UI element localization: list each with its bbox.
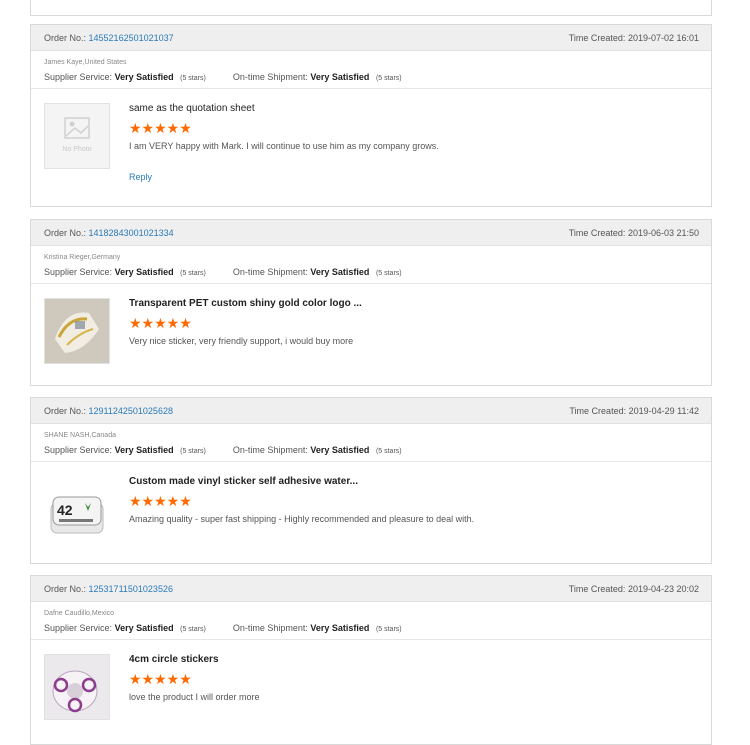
time-value: 2019-04-23 20:02 <box>627 583 699 594</box>
review-comment: I am VERY happy with Mark. I will contin… <box>129 141 439 151</box>
service-ratings: Supplier Service: Very Satisfied (5 star… <box>44 623 698 633</box>
review-meta: SHANE NASH,Canada Supplier Service: Very… <box>31 424 711 462</box>
supplier-service-label: Supplier Service: <box>44 623 113 633</box>
buyer-name: James Kaye,United States <box>44 59 127 66</box>
star-rating: ★★★★★ <box>129 120 192 136</box>
supplier-service-label: Supplier Service: <box>44 72 113 82</box>
shipment-label: On-time Shipment: <box>232 623 308 633</box>
review-header: Order No.: 12531711501023526 Time Create… <box>31 576 711 602</box>
shipment-label: On-time Shipment: <box>232 72 308 82</box>
service-ratings: Supplier Service: Very Satisfied (5 star… <box>44 445 698 455</box>
star-rating: ★★★★★ <box>129 493 192 509</box>
service-ratings: Supplier Service: Very Satisfied (5 star… <box>44 267 698 277</box>
review-card: Order No.: 14552162501021037 Time Create… <box>30 24 712 207</box>
shipment-stars: (5 stars) <box>375 270 402 277</box>
order-no-label: Order No.: <box>44 32 87 43</box>
supplier-service-value: Very Satisfied <box>114 623 174 633</box>
order-no-label: Order No.: <box>44 405 87 416</box>
review-comment: love the product I will order more <box>129 692 260 702</box>
reply-link[interactable]: Reply <box>129 172 152 182</box>
order-info: Order No.: 12531711501023526 <box>44 584 173 594</box>
review-meta: Dafne Caudillo,Mexico Supplier Service: … <box>31 602 711 640</box>
product-title[interactable]: 4cm circle stickers <box>129 654 219 665</box>
order-info: Order No.: 14552162501021037 <box>44 33 174 43</box>
no-photo-label: No Photo <box>62 146 92 153</box>
order-no-link[interactable]: 12911242501025628 <box>89 406 173 416</box>
order-no-link[interactable]: 12531711501023526 <box>89 584 173 594</box>
order-no-link[interactable]: 14552162501021037 <box>89 33 174 43</box>
time-value: 2019-06-03 21:50 <box>627 227 699 238</box>
review-header: Order No.: 12911242501025628 Time Create… <box>31 398 711 424</box>
supplier-service-stars: (5 stars) <box>180 270 206 277</box>
order-info: Order No.: 12911242501025628 <box>44 406 173 416</box>
review-body: 42 Custom made vinyl sticker self adhesi… <box>31 462 711 558</box>
circle-sticker-roll-image <box>45 655 109 719</box>
review-card: Order No.: 12911242501025628 Time Create… <box>30 397 712 564</box>
shipment-value: Very Satisfied <box>310 445 370 455</box>
star-rating: ★★★★★ <box>129 315 192 331</box>
supplier-service-stars: (5 stars) <box>180 75 206 82</box>
shipment-stars: (5 stars) <box>375 448 402 455</box>
review-body: 4cm circle stickers ★★★★★ love the produ… <box>31 640 711 736</box>
star-rating: ★★★★★ <box>129 671 192 687</box>
shipment-label: On-time Shipment: <box>232 445 308 455</box>
shipment-label: On-time Shipment: <box>232 267 308 277</box>
time-info: Time Created: 2019-04-23 20:02 <box>569 584 699 594</box>
time-label: Time Created: <box>568 583 626 594</box>
order-info: Order No.: 14182843001021334 <box>44 228 174 238</box>
order-no-label: Order No.: <box>44 583 87 594</box>
review-body: No Photo same as the quotation sheet ★★★… <box>31 89 711 195</box>
product-title[interactable]: Transparent PET custom shiny gold color … <box>129 298 362 309</box>
product-thumbnail[interactable]: 42 <box>44 476 110 542</box>
review-card: Order No.: 12531711501023526 Time Create… <box>30 575 712 745</box>
image-placeholder-icon <box>64 117 90 139</box>
product-thumbnail[interactable] <box>44 654 110 720</box>
buyer-name: Kristina Rieger,Germany <box>44 254 121 261</box>
product-title[interactable]: same as the quotation sheet <box>129 103 255 114</box>
review-body: Transparent PET custom shiny gold color … <box>31 284 711 380</box>
review-meta: James Kaye,United States Supplier Servic… <box>31 51 711 89</box>
review-header: Order No.: 14182843001021334 Time Create… <box>31 220 711 246</box>
review-comment: Very nice sticker, very friendly support… <box>129 336 354 346</box>
time-info: Time Created: 2019-04-29 11:42 <box>569 406 699 416</box>
supplier-service-value: Very Satisfied <box>114 267 174 277</box>
order-no-link[interactable]: 14182843001021334 <box>89 228 174 238</box>
review-header: Order No.: 14552162501021037 Time Create… <box>31 25 711 51</box>
shipment-value: Very Satisfied <box>310 623 370 633</box>
shipment-value: Very Satisfied <box>310 72 370 82</box>
supplier-service-stars: (5 stars) <box>180 626 206 633</box>
shipment-stars: (5 stars) <box>375 75 402 82</box>
time-label: Time Created: <box>568 32 626 43</box>
time-label: Time Created: <box>569 405 627 416</box>
vinyl-sticker-image: 42 <box>50 496 104 534</box>
review-comment: Amazing quality - super fast shipping - … <box>129 514 475 524</box>
product-thumbnail[interactable] <box>44 298 110 364</box>
time-value: 2019-04-29 11:42 <box>628 405 699 416</box>
sticker-photo-image <box>45 299 109 363</box>
supplier-service-label: Supplier Service: <box>44 445 113 455</box>
review-card: Order No.: 14182843001021334 Time Create… <box>30 219 712 386</box>
buyer-name: SHANE NASH,Canada <box>44 432 116 439</box>
service-ratings: Supplier Service: Very Satisfied (5 star… <box>44 72 698 82</box>
review-meta: Kristina Rieger,Germany Supplier Service… <box>31 246 711 284</box>
supplier-service-stars: (5 stars) <box>180 448 206 455</box>
product-title[interactable]: Custom made vinyl sticker self adhesive … <box>129 476 358 487</box>
order-no-label: Order No.: <box>44 227 87 238</box>
shipment-stars: (5 stars) <box>375 626 402 633</box>
supplier-service-value: Very Satisfied <box>114 445 174 455</box>
no-photo-thumbnail: No Photo <box>44 103 110 169</box>
time-info: Time Created: 2019-06-03 21:50 <box>569 228 699 238</box>
shipment-value: Very Satisfied <box>310 267 370 277</box>
supplier-service-label: Supplier Service: <box>44 267 113 277</box>
time-info: Time Created: 2019-07-02 16:01 <box>569 33 699 43</box>
time-label: Time Created: <box>568 227 626 238</box>
supplier-service-value: Very Satisfied <box>114 72 174 82</box>
svg-text:42: 42 <box>57 502 73 518</box>
buyer-name: Dafne Caudillo,Mexico <box>44 610 115 617</box>
previous-review-card-edge <box>30 0 712 16</box>
time-value: 2019-07-02 16:01 <box>627 32 699 43</box>
